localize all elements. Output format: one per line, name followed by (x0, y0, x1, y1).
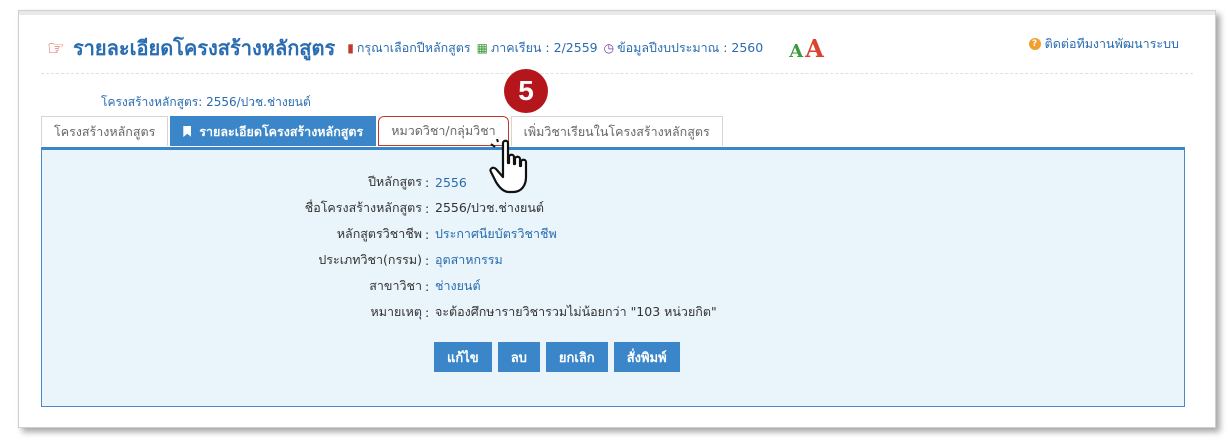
contact-label: ติดต่อทีมงานพัฒนาระบบ (1044, 36, 1179, 51)
font-increase-button[interactable]: A (805, 34, 824, 63)
clock-icon: ◷ (603, 41, 615, 55)
delete-button[interactable]: ลบ (497, 342, 540, 372)
detail-row-type: ประเภทวิชา(กรรม) : อุตสาหกรรม (42, 250, 1184, 270)
contact-dev-link[interactable]: ? ติดต่อทีมงานพัฒนาระบบ (1028, 34, 1179, 54)
step-badge: 5 (504, 69, 548, 113)
header-meta: ▮ กรุณาเลือกปีหลักสูตร ▦ ภาคเรียน : 2/25… (347, 38, 769, 58)
calendar-icon: ▦ (476, 41, 488, 55)
tab-add-subjects[interactable]: เพิ่มวิชาเรียนในโครงสร้างหลักสูตร (510, 116, 723, 146)
tab-label: โครงสร้างหลักสูตร (54, 123, 156, 139)
detail-colon: : (425, 278, 430, 294)
font-decrease-button[interactable]: A (789, 41, 803, 62)
detail-value: 2556/ปวช.ช่างยนต์ (435, 200, 545, 215)
tab-label: เพิ่มวิชาเรียนในโครงสร้างหลักสูตร (523, 123, 710, 139)
divider (41, 73, 1193, 74)
details-panel: ปีหลักสูตร : 2556 ชื่อโครงสร้างหลักสูตร … (41, 147, 1185, 407)
detail-label: ปีหลักสูตร (368, 174, 422, 189)
detail-colon: : (425, 252, 430, 268)
cancel-button[interactable]: ยกเลิก (545, 342, 608, 372)
detail-value[interactable]: 2556 (435, 175, 467, 190)
detail-colon: : (425, 304, 430, 320)
budget-year-info: ◷ ข้อมูลปีงบประมาณ : 2560 (604, 38, 764, 58)
detail-row-major: สาขาวิชา : ช่างยนต์ (42, 276, 1184, 296)
detail-label: ชื่อโครงสร้างหลักสูตร (304, 200, 422, 215)
detail-row-structure-name: ชื่อโครงสร้างหลักสูตร : 2556/ปวช.ช่างยนต… (42, 198, 1184, 218)
detail-value[interactable]: ประกาศนียบัตรวิชาชีพ (435, 224, 557, 244)
detail-label: ประเภทวิชา(กรรม) (318, 252, 422, 267)
detail-label: หลักสูตรวิชาชีพ (336, 226, 422, 241)
detail-row-year: ปีหลักสูตร : 2556 (42, 172, 1184, 192)
detail-row-note: หมายเหตุ : จะต้องศึกษารายวิชารวมไม่น้อยก… (42, 302, 1184, 322)
detail-label: หมายเหตุ (370, 304, 422, 319)
detail-value[interactable]: อุตสาหกรรม (435, 250, 503, 270)
semester-label: ภาคเรียน : 2/2559 (490, 40, 598, 55)
detail-value: จะต้องศึกษารายวิชารวมไม่น้อยกว่า "103 หน… (435, 304, 717, 319)
hand-pointer-icon: ☞ (47, 36, 65, 60)
tab-label: รายละเอียดโครงสร้างหลักสูตร (199, 123, 364, 139)
detail-row-vocational: หลักสูตรวิชาชีพ : ประกาศนียบัตรวิชาชีพ (42, 224, 1184, 244)
breadcrumb[interactable]: โครงสร้างหลักสูตร: 2556/ปวช.ช่างยนต์ (101, 93, 311, 112)
edit-button[interactable]: แก้ไข (434, 342, 492, 372)
tab-curriculum-structure[interactable]: โครงสร้างหลักสูตร (41, 116, 169, 146)
print-button[interactable]: สั่งพิมพ์ (613, 342, 680, 372)
budget-year-label: ข้อมูลปีงบประมาณ : 2560 (617, 40, 764, 55)
detail-value[interactable]: ช่างยนต์ (435, 276, 481, 296)
semester-info: ▦ ภาคเรียน : 2/2559 (477, 38, 598, 58)
bookmark-icon (183, 126, 192, 137)
tab-label: หมวดวิชา/กลุ่มวิชา (391, 123, 496, 138)
tab-bar: โครงสร้างหลักสูตร รายละเอียดโครงสร้างหลั… (41, 116, 725, 147)
question-circle-icon: ? (1028, 38, 1041, 50)
app-window: ☞ รายละเอียดโครงสร้างหลักสูตร ▮ กรุณาเลื… (18, 10, 1216, 428)
detail-colon: : (425, 226, 430, 242)
page-title: รายละเอียดโครงสร้างหลักสูตร (72, 36, 336, 60)
tab-curriculum-details[interactable]: รายละเอียดโครงสร้างหลักสูตร (170, 116, 377, 146)
detail-colon: : (425, 200, 430, 216)
top-bar (19, 11, 1215, 15)
select-year-link[interactable]: ▮ กรุณาเลือกปีหลักสูตร (347, 38, 470, 58)
action-buttons: แก้ไข ลบ ยกเลิก สั่งพิมพ์ (434, 342, 686, 372)
detail-label: สาขาวิชา (369, 278, 422, 293)
select-year-label: กรุณาเลือกปีหลักสูตร (356, 40, 471, 55)
pointer-hand-icon (489, 139, 528, 194)
book-icon: ▮ (347, 41, 354, 55)
font-size-controls: A A (789, 34, 824, 63)
detail-colon: : (425, 174, 430, 190)
page-header: ☞ รายละเอียดโครงสร้างหลักสูตร ▮ กรุณาเลื… (47, 33, 824, 63)
